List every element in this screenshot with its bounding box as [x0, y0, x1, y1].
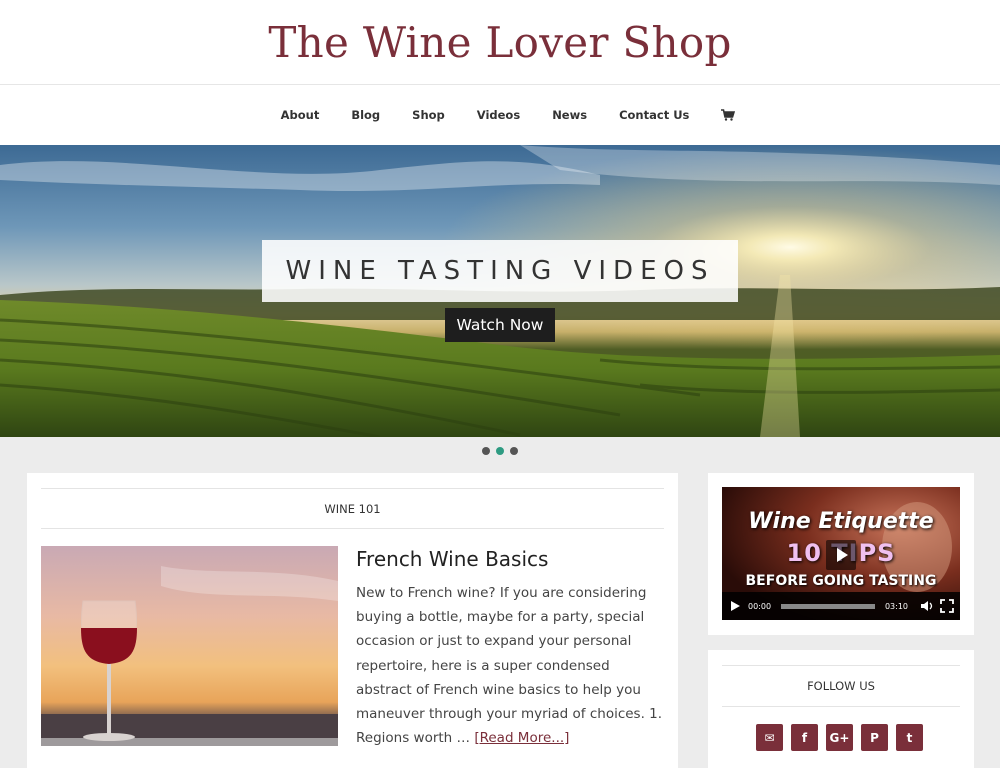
shopping-cart-icon[interactable]: [721, 109, 736, 121]
nav-item-about[interactable]: About: [281, 108, 320, 122]
nav-item-blog[interactable]: Blog: [351, 108, 380, 122]
follow-header: FOLLOW US: [722, 665, 960, 707]
category-header: WINE 101: [41, 488, 664, 529]
google-plus-glyph: G+: [829, 730, 850, 745]
post-list-card: WINE 101 French Wine Basics New to Frenc…: [27, 473, 678, 768]
twitter-glyph: t: [906, 730, 913, 745]
duration: 03:10: [884, 601, 908, 611]
hero-title-banner: WINE TASTING VIDEOS: [262, 240, 738, 302]
follow-label: FOLLOW US: [807, 679, 875, 693]
site-title[interactable]: The Wine Lover Shop: [0, 0, 1000, 85]
video-widget: Wine Etiquette 10 TIPS BEFORE GOING TAST…: [708, 473, 974, 635]
twitter-icon[interactable]: t: [896, 724, 923, 751]
facebook-icon[interactable]: f: [791, 724, 818, 751]
fullscreen-icon[interactable]: [940, 599, 954, 613]
hero-title: WINE TASTING VIDEOS: [285, 256, 715, 286]
nav-item-shop[interactable]: Shop: [412, 108, 445, 122]
progress-bar[interactable]: [781, 603, 875, 609]
follow-widget: FOLLOW US ✉ f G+ P t: [708, 650, 974, 768]
facebook-glyph: f: [801, 730, 808, 745]
video-controls: 00:00 03:10: [722, 592, 960, 620]
pinterest-glyph: P: [870, 730, 879, 745]
hero-slider: WINE TASTING VIDEOS Watch Now: [0, 145, 1000, 437]
video-player[interactable]: Wine Etiquette 10 TIPS BEFORE GOING TAST…: [722, 487, 960, 620]
post-excerpt-text: New to French wine? If you are consideri…: [356, 585, 663, 747]
post-thumbnail[interactable]: [41, 546, 338, 746]
main-nav: About Blog Shop Videos News Contact Us: [0, 85, 1000, 145]
read-more-link[interactable]: [Read More...]: [474, 730, 569, 746]
slider-dot-2[interactable]: [496, 447, 504, 455]
video-title-line1: Wine Etiquette: [748, 509, 934, 534]
site-header: The Wine Lover Shop: [0, 0, 1000, 85]
volume-icon[interactable]: [920, 599, 934, 613]
play-overlay-icon[interactable]: [826, 540, 856, 570]
slider-dots: [482, 447, 518, 455]
social-links: ✉ f G+ P t: [756, 724, 923, 751]
video-title-line3: BEFORE GOING TASTING: [745, 573, 937, 589]
nav-item-contact-us[interactable]: Contact Us: [619, 108, 689, 122]
post-title[interactable]: French Wine Basics: [356, 547, 548, 571]
watch-now-button[interactable]: Watch Now: [445, 308, 555, 342]
slider-dot-1[interactable]: [482, 447, 490, 455]
pinterest-icon[interactable]: P: [861, 724, 888, 751]
google-plus-icon[interactable]: G+: [826, 724, 853, 751]
nav-item-news[interactable]: News: [552, 108, 587, 122]
current-time: 00:00: [748, 601, 772, 611]
email-glyph: ✉: [764, 730, 775, 745]
email-icon[interactable]: ✉: [756, 724, 783, 751]
wine-glass-image: [41, 546, 338, 746]
category-label[interactable]: WINE 101: [324, 502, 380, 516]
nav-item-videos[interactable]: Videos: [477, 108, 520, 122]
slider-dot-3[interactable]: [510, 447, 518, 455]
play-icon[interactable]: [728, 599, 742, 613]
post-excerpt: New to French wine? If you are consideri…: [356, 581, 668, 750]
